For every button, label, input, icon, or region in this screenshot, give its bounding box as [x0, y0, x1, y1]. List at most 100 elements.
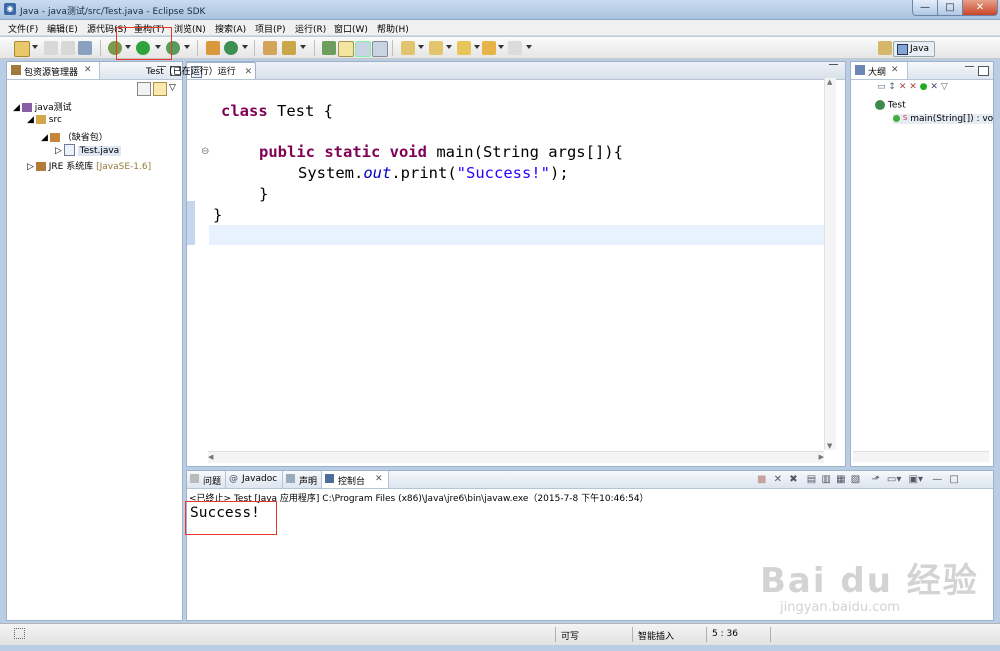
java-perspective-button[interactable]: Java — [893, 41, 935, 57]
package-explorer-tab-label: 包资源管理器 — [24, 68, 79, 78]
task-dropdown-icon[interactable] — [300, 45, 306, 49]
tree-item-default-package[interactable]: ◢ （缺省包） — [41, 130, 108, 143]
tab-javadoc[interactable]: @ Javadoc — [226, 471, 283, 488]
display-console-icon[interactable]: ▭▾ — [887, 474, 901, 485]
outline-method-label: main(String[]) : vo — [910, 114, 994, 124]
show-on-stderr-icon[interactable]: ▧ — [851, 474, 860, 485]
fold-icon[interactable]: ⊖ — [201, 146, 209, 157]
minimize-button[interactable]: — — [912, 0, 938, 16]
editor-vertical-scrollbar[interactable]: ▲ ▼ — [824, 78, 836, 450]
open-task-icon[interactable] — [282, 41, 296, 55]
prev-annotation-dropdown-icon[interactable] — [446, 45, 452, 49]
hide-local-types-icon[interactable]: ✕ — [930, 82, 938, 92]
mark-occurrences-icon[interactable] — [338, 41, 354, 57]
pin-console-icon[interactable]: ⬏ — [871, 474, 879, 485]
new-class-icon[interactable] — [224, 41, 238, 55]
tab-console[interactable]: 控制台 ✕ — [322, 471, 389, 488]
new-class-dropdown-icon[interactable] — [242, 45, 248, 49]
view-menu-icon[interactable]: ▽ — [941, 82, 948, 92]
external-tools-dropdown-icon[interactable] — [184, 45, 190, 49]
code-line-3[interactable]: public static void main(String args[]){ — [259, 143, 623, 161]
tab-package-explorer[interactable]: 包资源管理器 ✕ — [7, 62, 100, 79]
open-type-icon[interactable] — [263, 41, 277, 55]
block-selection-icon[interactable] — [355, 41, 371, 57]
maximize-button[interactable]: □ — [937, 0, 963, 16]
watermark-brand: Bai du 经验 — [760, 561, 979, 601]
annotation-icon[interactable] — [322, 41, 336, 55]
back-icon[interactable] — [482, 41, 496, 55]
terminate-icon[interactable]: ■ — [757, 474, 766, 485]
editor-tab-label[interactable]: Test（已在运行）运行 ✕ — [146, 64, 252, 77]
link-with-editor-icon[interactable] — [153, 82, 167, 96]
forward-icon[interactable] — [508, 41, 522, 55]
minimize-editor-icon[interactable] — [829, 64, 838, 65]
show-on-stdout-icon[interactable]: ▦ — [836, 474, 845, 485]
tree-item-src[interactable]: ◢ src — [27, 115, 62, 125]
new-icon[interactable] — [14, 41, 30, 57]
menu-edit[interactable]: 编辑(E) — [47, 22, 78, 35]
menu-help[interactable]: 帮助(H) — [377, 22, 409, 35]
hide-static-icon[interactable]: ✕ — [909, 82, 917, 92]
menu-run[interactable]: 运行(R) — [295, 22, 326, 35]
fast-view-icon[interactable] — [14, 628, 25, 639]
menu-search[interactable]: 搜索(A) — [215, 22, 246, 35]
new-package-icon[interactable] — [206, 41, 220, 55]
clear-console-icon[interactable]: ▤ — [807, 474, 816, 485]
run-highlight-box — [116, 27, 172, 60]
hide-fields-icon[interactable]: ✕ — [899, 82, 907, 92]
close-tab-icon[interactable]: ✕ — [84, 65, 92, 75]
view-menu-icon[interactable]: ▽ — [169, 83, 176, 93]
hide-nonpublic-icon[interactable]: ● — [920, 82, 928, 92]
code-line-5[interactable]: } — [259, 185, 268, 203]
outline-item-class[interactable]: Test — [875, 100, 906, 111]
maximize-view-icon[interactable]: □ — [949, 474, 958, 485]
maximize-view-icon[interactable] — [978, 66, 989, 76]
collapse-all-icon[interactable] — [137, 82, 151, 96]
show-whitespace-icon[interactable] — [372, 41, 388, 57]
tree-item-project[interactable]: ◢ java测试 — [13, 100, 72, 113]
library-icon — [35, 162, 46, 171]
package-explorer-panel: 包资源管理器 ✕ ▽ ◢ java测试 ◢ src ◢ （缺省包） ▷ Test… — [6, 61, 183, 621]
next-annotation-icon[interactable] — [401, 41, 415, 55]
save-all-icon[interactable] — [61, 41, 75, 55]
save-icon[interactable] — [44, 41, 58, 55]
editor-horizontal-scrollbar[interactable]: ◀ ▶ — [208, 451, 824, 463]
tree-item-jre[interactable]: ▷ JRE 系统库 [JavaSE-1.6] — [27, 159, 151, 172]
open-console-icon[interactable]: ▣▾ — [909, 474, 923, 485]
scroll-lock-icon[interactable]: ▥ — [821, 474, 830, 485]
static-field: out — [363, 164, 392, 182]
last-edit-icon[interactable] — [457, 41, 471, 55]
outline-item-method[interactable]: S main(String[]) : vo — [893, 114, 994, 124]
menu-project[interactable]: 项目(P) — [255, 22, 285, 35]
editor-panel: ⊖ class Test { public static void main(S… — [186, 61, 846, 467]
remove-all-launches-icon[interactable]: ✖ — [789, 474, 797, 485]
close-tab-icon[interactable]: ✕ — [375, 474, 383, 484]
minimize-view-icon[interactable] — [965, 66, 974, 68]
minimize-view-icon[interactable]: — — [932, 474, 942, 485]
tab-declaration[interactable]: 声明 — [283, 471, 322, 488]
close-tab-icon[interactable]: ✕ — [245, 67, 253, 77]
sort-icon[interactable]: ↕ — [888, 82, 896, 92]
close-button[interactable]: ✕ — [962, 0, 998, 16]
collapse-all-icon[interactable]: ▭ — [877, 82, 886, 92]
close-tab-icon[interactable]: ✕ — [891, 65, 899, 75]
code-line-1[interactable]: class Test { — [221, 102, 333, 120]
back-dropdown-icon[interactable] — [498, 45, 504, 49]
forward-dropdown-icon[interactable] — [526, 45, 532, 49]
code-line-6[interactable]: } — [213, 206, 222, 224]
menu-navigate[interactable]: 浏览(N) — [174, 22, 206, 35]
code-line-4[interactable]: System.out.print("Success!"); — [298, 164, 569, 182]
prev-annotation-icon[interactable] — [429, 41, 443, 55]
open-perspective-icon[interactable] — [878, 41, 892, 55]
new-dropdown-icon[interactable] — [32, 45, 38, 49]
tree-item-test-java[interactable]: ▷ Test.java — [55, 144, 122, 156]
tab-problems[interactable]: 问题 — [187, 471, 226, 488]
menu-file[interactable]: 文件(F) — [8, 22, 38, 35]
menu-window[interactable]: 窗口(W) — [334, 22, 368, 35]
outline-horizontal-scrollbar[interactable] — [853, 451, 989, 462]
print-icon[interactable] — [78, 41, 92, 55]
next-annotation-dropdown-icon[interactable] — [418, 45, 424, 49]
remove-launch-icon[interactable]: ✕ — [774, 474, 782, 485]
last-edit-dropdown-icon[interactable] — [474, 45, 480, 49]
tab-outline[interactable]: 大纲 ✕ — [851, 62, 908, 79]
